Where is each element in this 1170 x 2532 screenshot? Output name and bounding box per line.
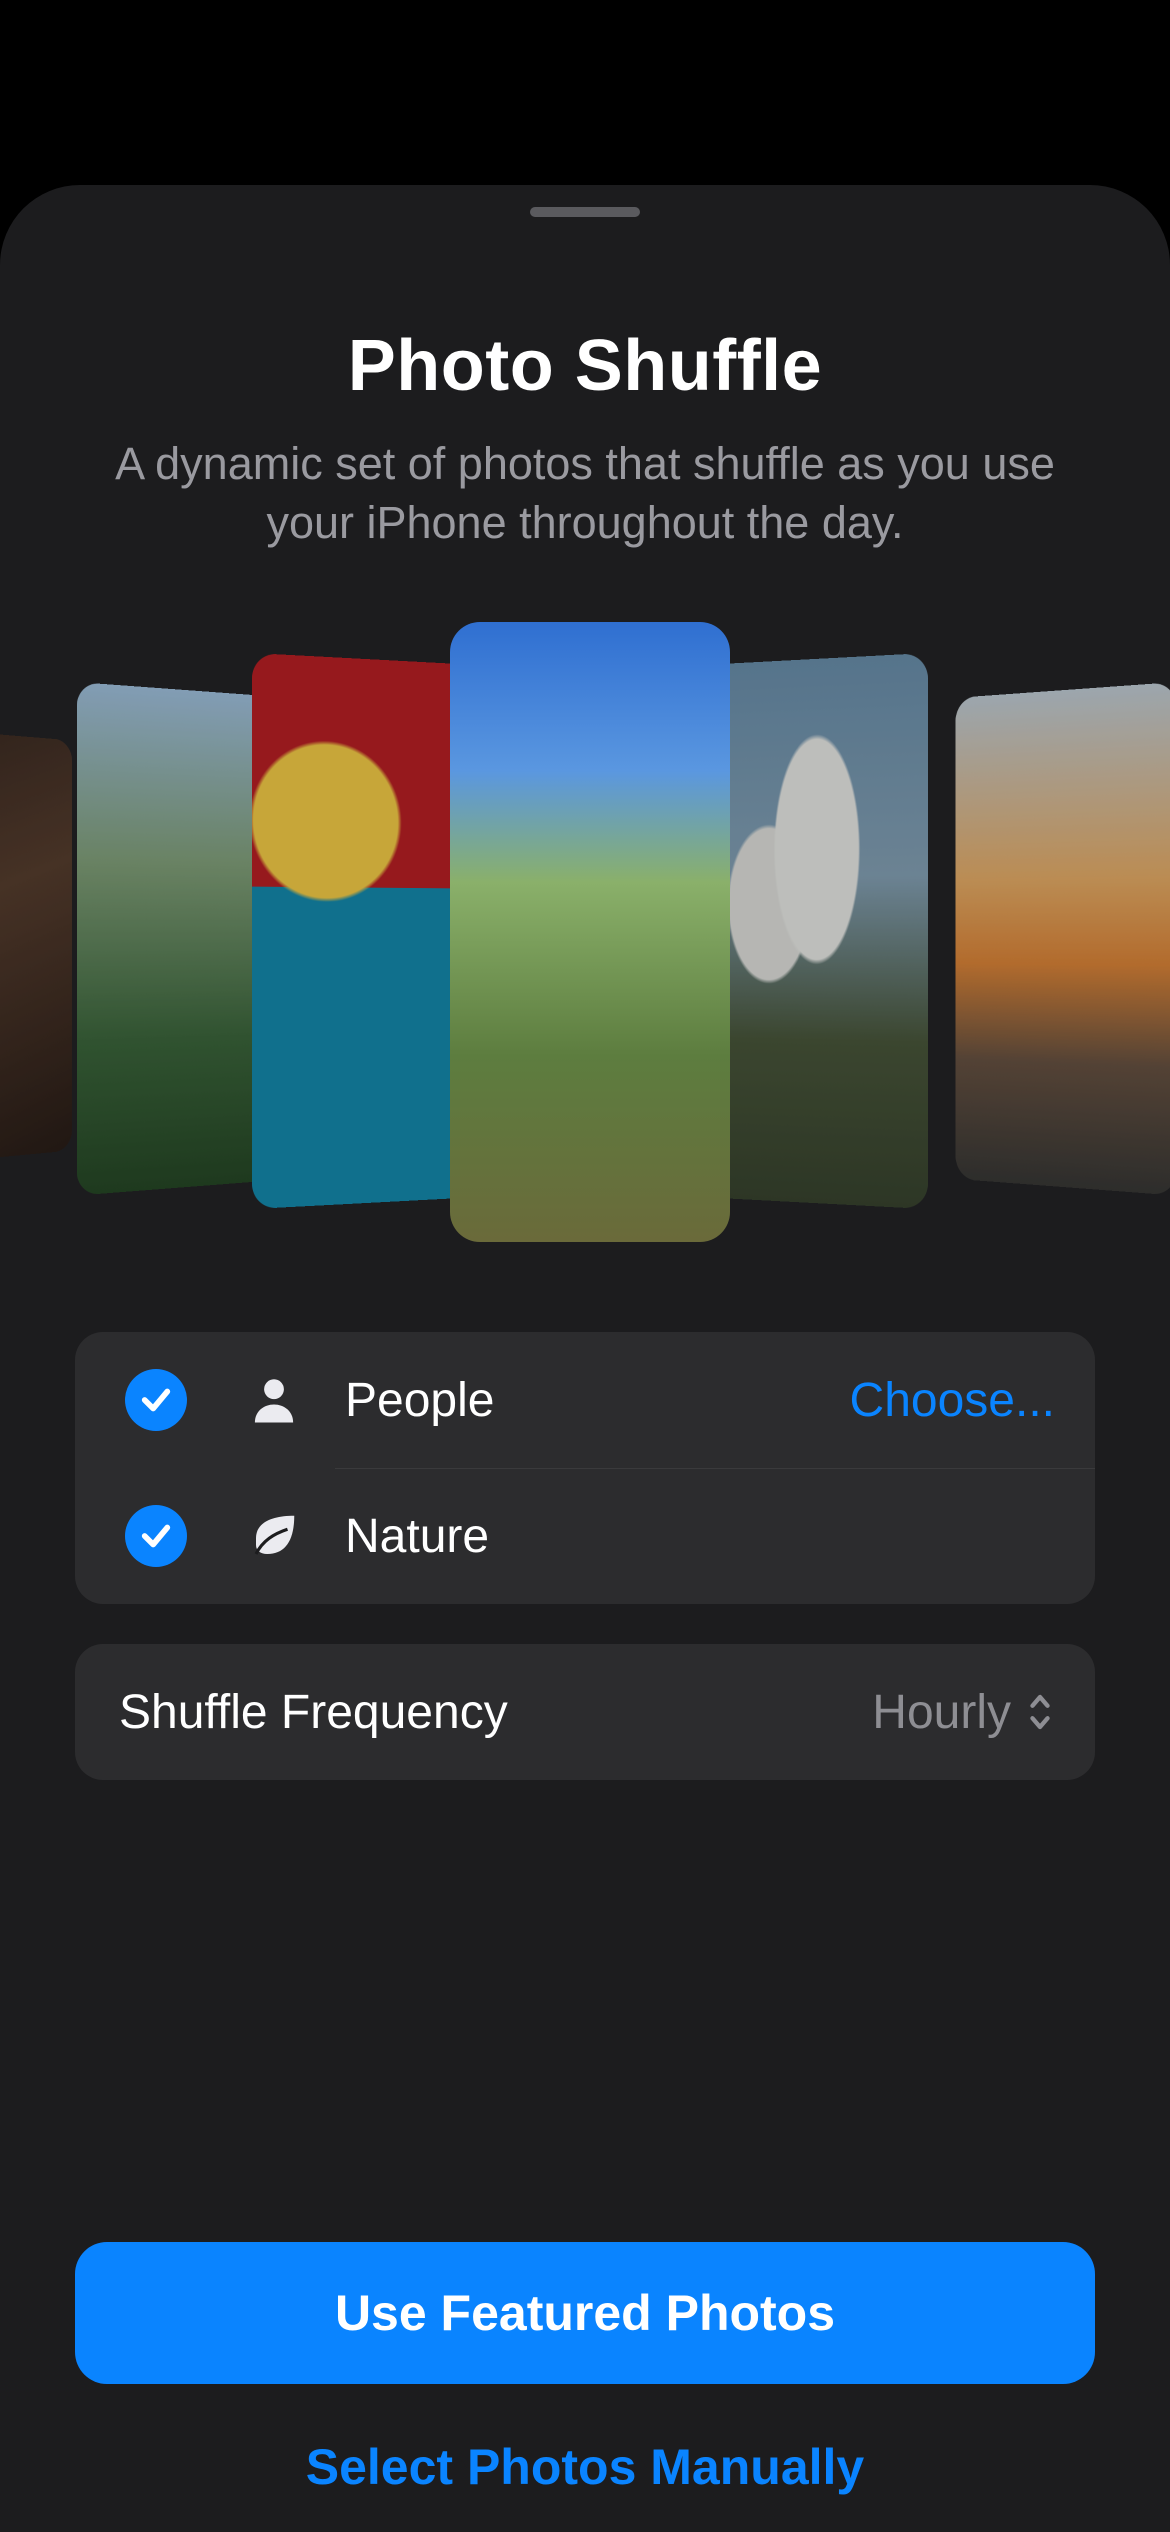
leaf-icon <box>247 1509 301 1563</box>
frequency-label: Shuffle Frequency <box>119 1685 872 1740</box>
shuffle-frequency-row[interactable]: Shuffle Frequency Hourly <box>75 1644 1095 1780</box>
frequency-group: Shuffle Frequency Hourly <box>75 1644 1095 1780</box>
category-row-people[interactable]: People Choose... <box>75 1332 1095 1468</box>
category-list: People Choose... Nature <box>75 1332 1095 1604</box>
photo-fan <box>75 622 1095 1242</box>
photo-thumbnail <box>0 725 72 1169</box>
photo-thumbnail <box>956 682 1170 1196</box>
select-photos-manually-button[interactable]: Select Photos Manually <box>75 2402 1095 2532</box>
page-subtitle: A dynamic set of photos that shuffle as … <box>75 435 1095 552</box>
use-featured-photos-button[interactable]: Use Featured Photos <box>75 2242 1095 2384</box>
checkmark-icon[interactable] <box>125 1505 187 1567</box>
page-title: Photo Shuffle <box>75 325 1095 407</box>
checkmark-icon[interactable] <box>125 1369 187 1431</box>
category-label: People <box>345 1373 850 1428</box>
frequency-value[interactable]: Hourly <box>872 1685 1055 1740</box>
sheet-grabber[interactable] <box>530 207 640 217</box>
photo-shuffle-sheet: Photo Shuffle A dynamic set of photos th… <box>0 185 1170 2532</box>
category-label: Nature <box>345 1509 1055 1564</box>
bottom-actions: Use Featured Photos Select Photos Manual… <box>75 2242 1095 2532</box>
frequency-value-text: Hourly <box>872 1685 1011 1740</box>
photo-thumbnail-front <box>450 622 730 1242</box>
choose-button[interactable]: Choose... <box>850 1373 1055 1428</box>
person-icon <box>247 1373 301 1427</box>
chevron-up-down-icon <box>1025 1692 1055 1732</box>
category-row-nature[interactable]: Nature <box>75 1468 1095 1604</box>
